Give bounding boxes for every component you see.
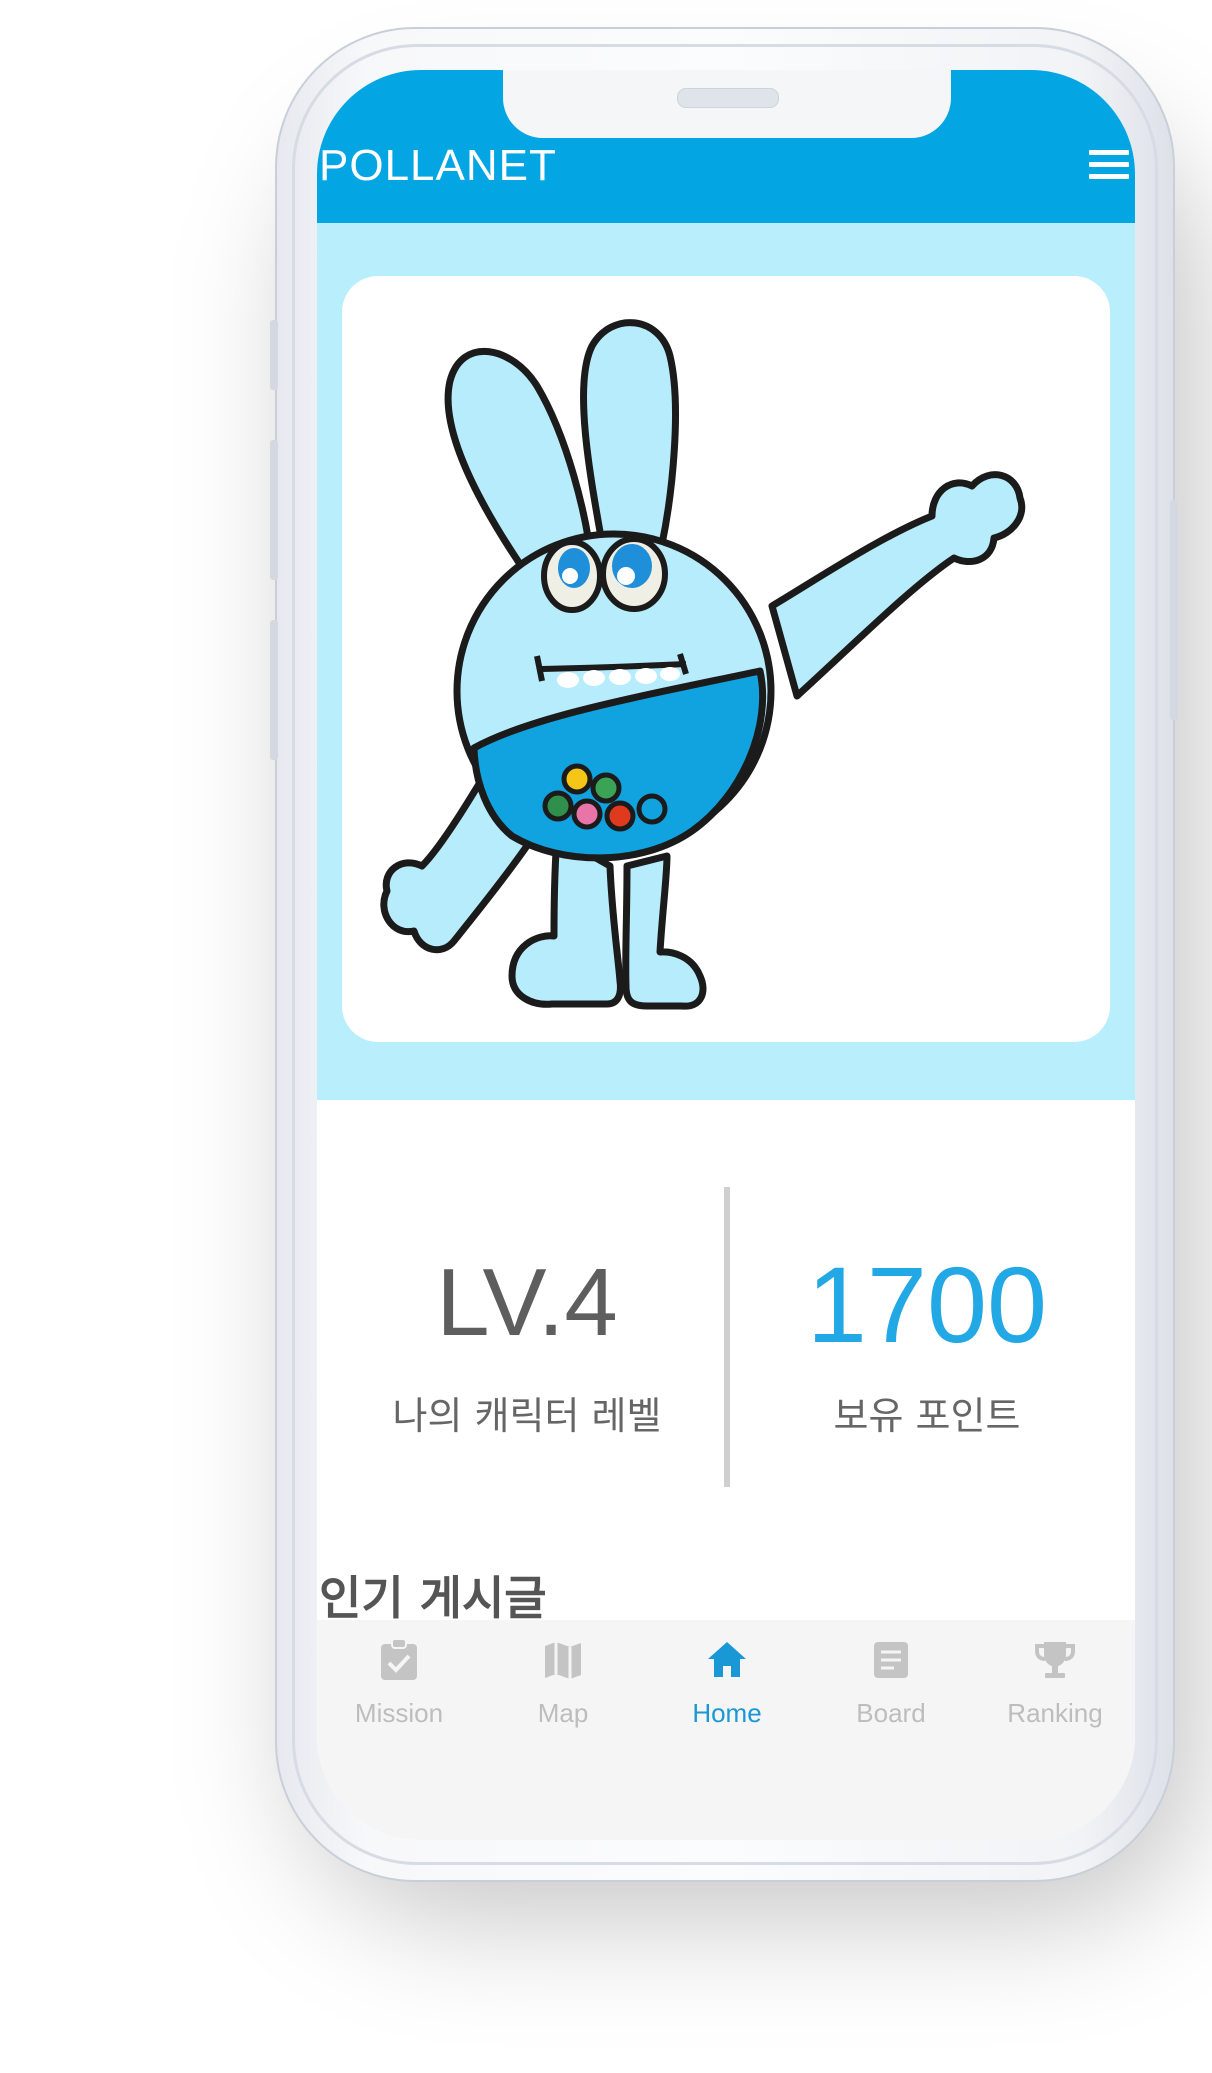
app-title: POLLANET	[319, 141, 557, 190]
map-icon	[545, 1642, 581, 1679]
tab-board[interactable]: Board	[809, 1638, 973, 1729]
tab-mission[interactable]: Mission	[317, 1638, 481, 1729]
tab-label: Ranking	[1007, 1698, 1103, 1728]
tab-ranking[interactable]: Ranking	[973, 1638, 1135, 1729]
clipboard-check-icon	[381, 1638, 417, 1680]
tab-label: Board	[856, 1698, 926, 1728]
volume-down-button	[270, 620, 278, 760]
tab-home[interactable]: Home	[645, 1638, 809, 1729]
level-label: 나의 캐릭터 레벨	[392, 1394, 662, 1438]
stats-panel: LV.4 나의 캐릭터 레벨 1700 보유 포인트 인기 게시글	[317, 1100, 1135, 1625]
popular-posts-title: 인기 게시글	[319, 1571, 547, 1625]
tab-label: Map	[537, 1698, 589, 1728]
level-value: LV.4	[436, 1249, 618, 1356]
volume-up-button	[270, 440, 278, 580]
character-card[interactable]	[342, 276, 1110, 1042]
speaker-grille	[677, 88, 779, 108]
trophy-icon	[1035, 1642, 1075, 1678]
home-icon	[708, 1642, 746, 1677]
points-value: 1700	[806, 1244, 1048, 1365]
character-illustration	[380, 319, 1026, 1010]
tab-map[interactable]: Map	[481, 1638, 645, 1729]
tab-label: Mission	[354, 1698, 444, 1728]
phone-screen: POLLANET LV.4 나의 캐릭터 레벨 1700 보유 포인트 인기 게…	[317, 70, 1135, 1840]
character-hero	[317, 223, 1135, 1100]
mute-switch	[270, 320, 278, 390]
stats-divider	[724, 1187, 730, 1487]
phone-notch	[503, 70, 951, 138]
hamburger-menu-icon[interactable]	[1089, 150, 1129, 182]
points-label: 보유 포인트	[833, 1394, 1021, 1438]
tab-label: Home	[692, 1698, 762, 1728]
power-button	[1170, 500, 1178, 720]
bottom-tab-bar: Mission Map Home Board Ranking	[317, 1620, 1135, 1840]
document-icon	[874, 1642, 908, 1678]
